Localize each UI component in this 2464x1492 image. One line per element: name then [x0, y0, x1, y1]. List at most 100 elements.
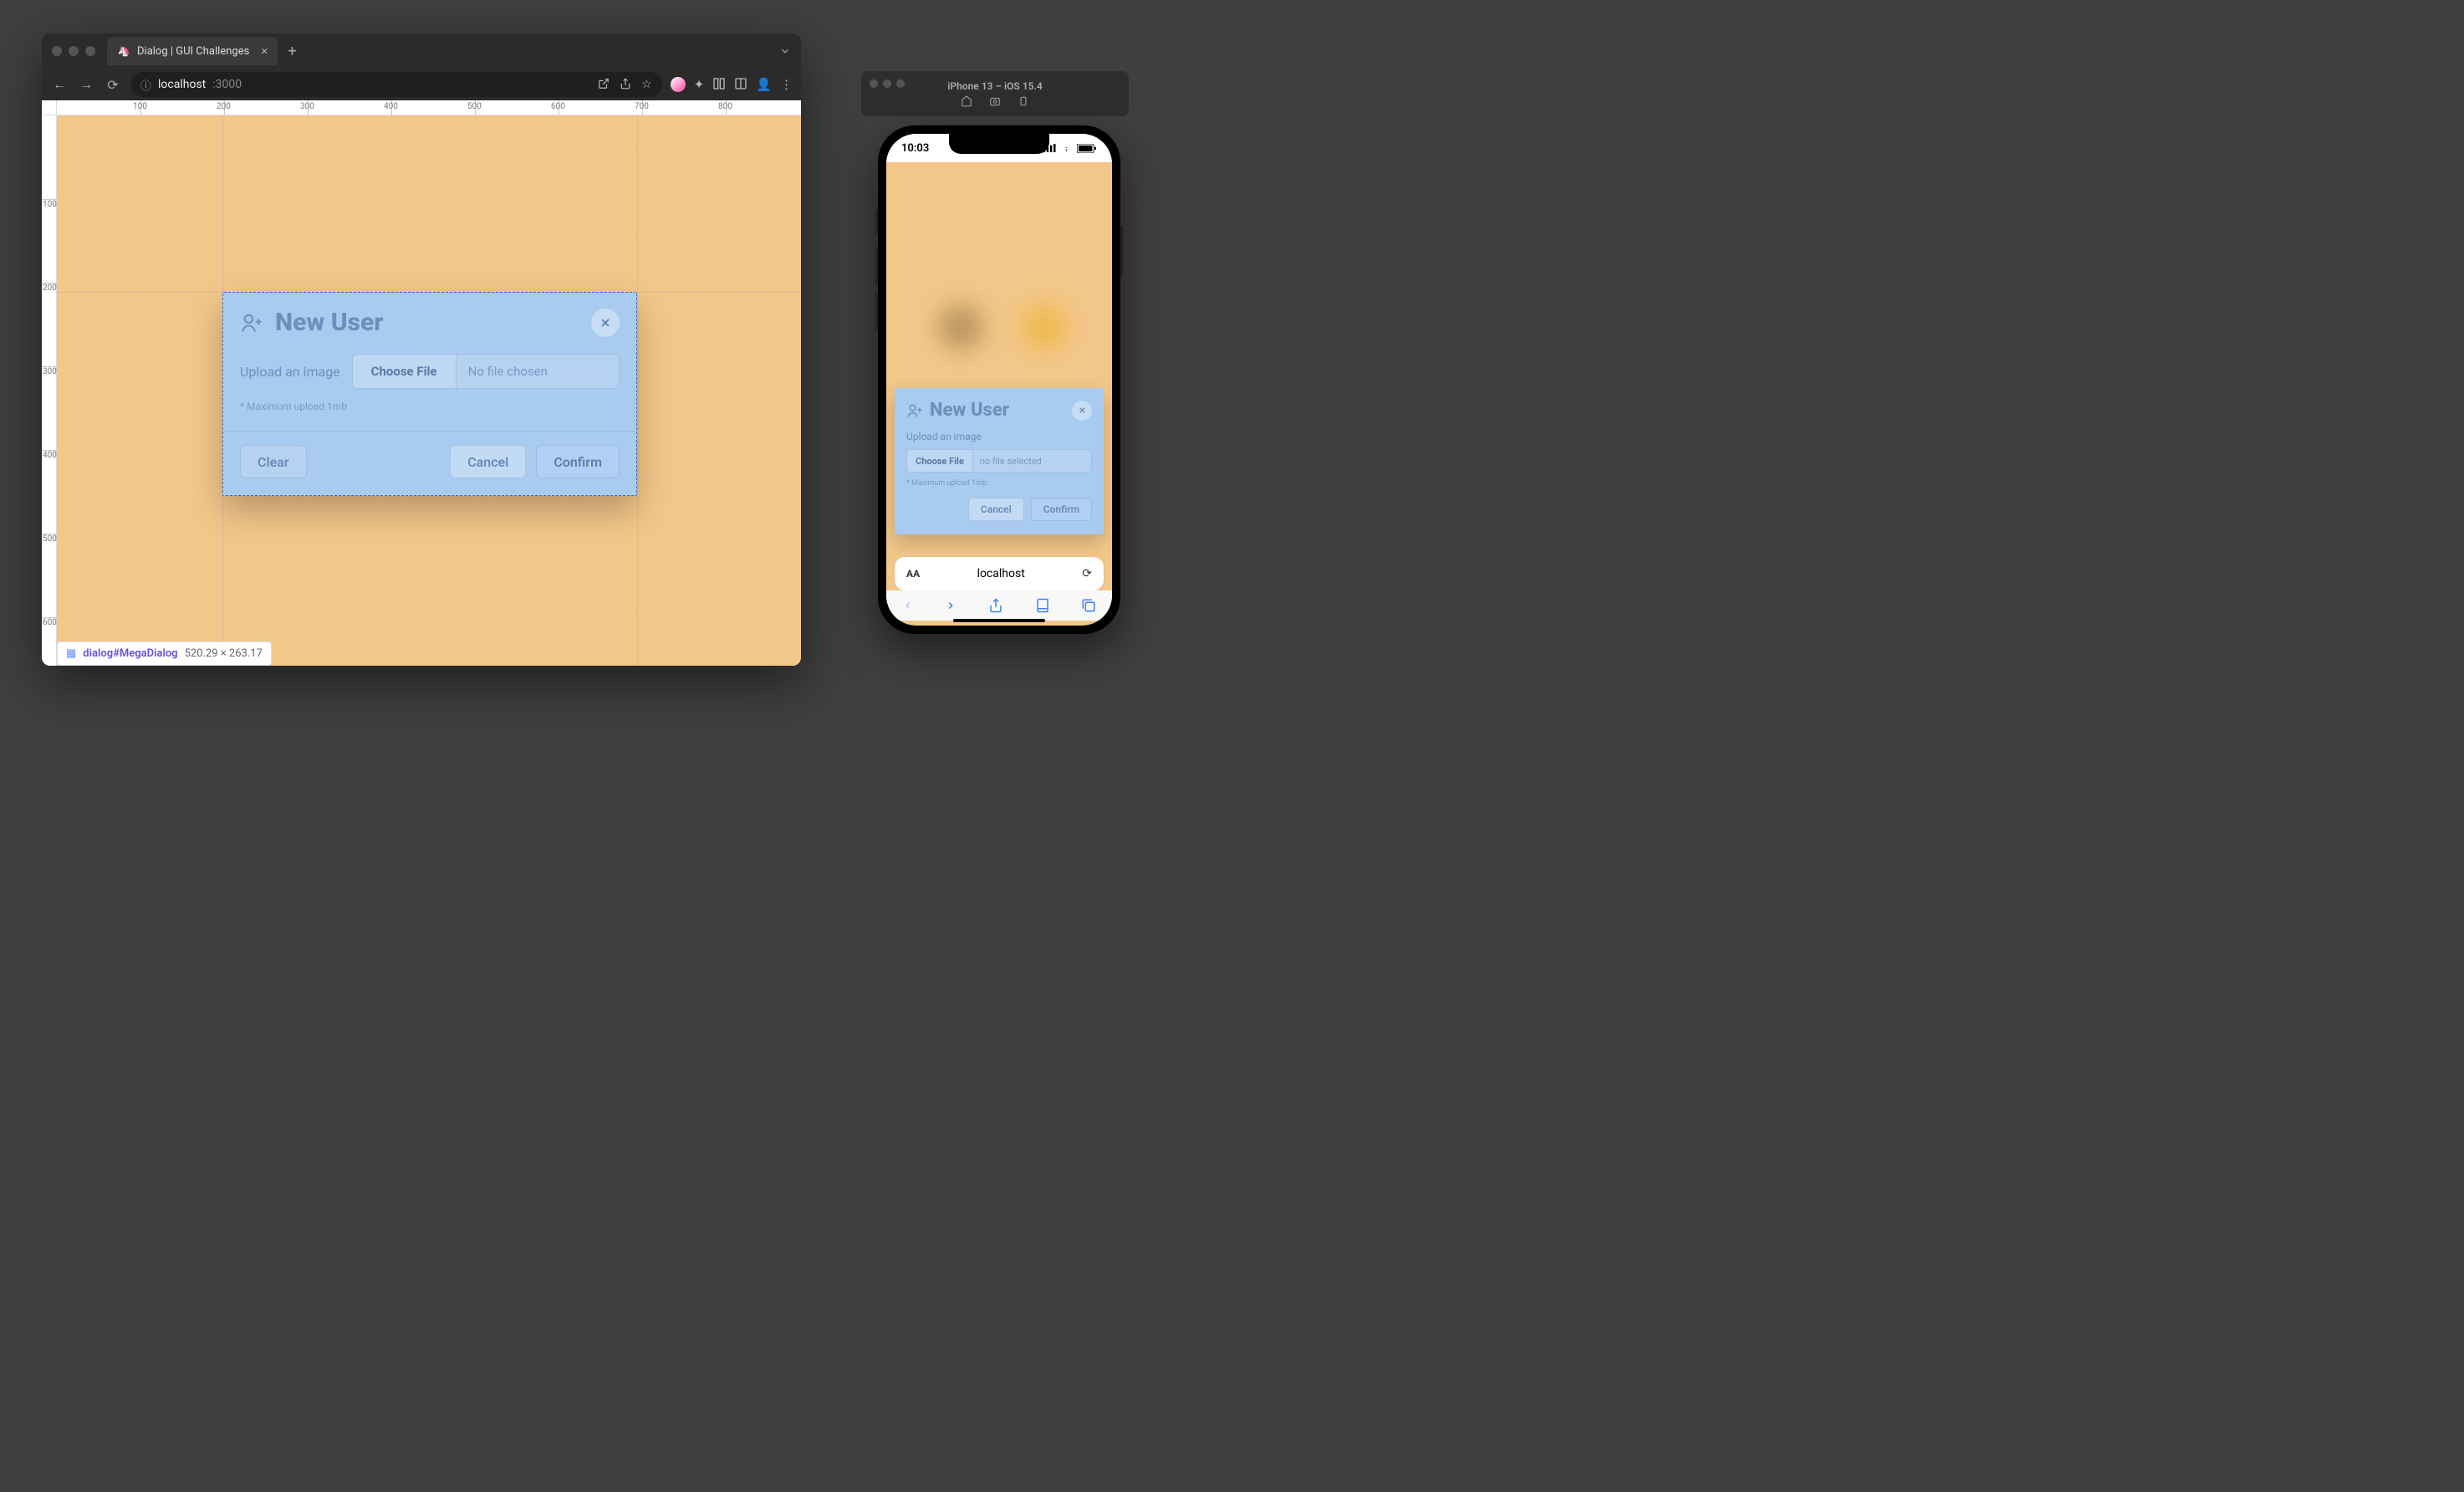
reload-icon[interactable]: ⟳ [1082, 567, 1092, 580]
forward-button[interactable]: → [77, 76, 95, 93]
screenshot-icon[interactable] [989, 95, 1001, 107]
minimize-dot[interactable] [69, 46, 79, 56]
home-icon[interactable] [961, 95, 972, 107]
mobile-file-input: Choose File no file selected [906, 449, 1092, 473]
file-input: Choose File No file chosen [352, 354, 620, 389]
ruler-corner [42, 100, 57, 115]
side-button [1120, 226, 1123, 276]
mobile-close-button[interactable] [1072, 401, 1092, 421]
tabs-overflow-icon[interactable] [779, 45, 791, 57]
clear-button[interactable]: Clear [240, 445, 307, 478]
close-dot[interactable] [52, 46, 62, 56]
safari-toolbar [886, 590, 1112, 621]
site-info-icon[interactable]: ⓘ [140, 77, 151, 93]
extensions-icon[interactable]: ✦ [694, 77, 705, 92]
ruler-horizontal: 100200300400500600700800900 [57, 100, 801, 115]
file-status-text: No file chosen [457, 354, 620, 389]
back-icon[interactable] [902, 598, 914, 613]
user-plus-icon [240, 311, 263, 335]
close-tab-icon[interactable]: × [261, 43, 268, 59]
mobile-upload-label: Upload an image [906, 431, 1092, 442]
home-indicator[interactable] [953, 619, 1045, 622]
toolbar-right: ✦ 👤 ⋮ [671, 77, 793, 92]
sim-window-controls [870, 79, 905, 88]
confirm-button[interactable]: Confirm [536, 445, 620, 478]
status-time: 10:03 [901, 142, 929, 155]
battery-icon [1077, 144, 1097, 153]
profile-icon[interactable]: 👤 [756, 77, 772, 92]
background-blur-icon [938, 304, 983, 350]
bookmark-icon[interactable]: ☆ [641, 78, 652, 91]
upload-hint: * Maximum upload 1mb [240, 401, 620, 412]
media-icon[interactable] [712, 77, 726, 92]
reload-button[interactable]: ⟳ [104, 77, 122, 93]
background-blur-icon [1022, 304, 1067, 350]
browser-tab[interactable]: 🦄 Dialog | GUI Challenges × [107, 37, 278, 65]
tab-title: Dialog | GUI Challenges [137, 45, 249, 58]
element-badge-icon: ▦ [66, 647, 76, 660]
mobile-confirm-button[interactable]: Confirm [1031, 498, 1092, 521]
choose-file-button[interactable]: Choose File [352, 354, 457, 389]
dialog-body: Upload an image Choose File No file chos… [223, 349, 636, 431]
share-icon[interactable] [620, 78, 631, 91]
guide-line [637, 115, 638, 666]
cancel-button[interactable]: Cancel [450, 445, 526, 478]
browser-window: 🦄 Dialog | GUI Challenges × + ← → ⟳ ⓘ lo… [42, 33, 801, 666]
user-plus-icon [906, 402, 923, 419]
forward-icon[interactable] [945, 598, 957, 613]
phone-screen: 10:03 New User Uploa [886, 134, 1112, 626]
tabs-icon[interactable] [1081, 598, 1096, 613]
text-size-icon[interactable]: AA [906, 568, 920, 580]
simulator-name: iPhone 13 – iOS 15.4 [947, 80, 1042, 92]
browser-toolbar: ← → ⟳ ⓘ localhost :3000 ☆ ✦ [42, 69, 801, 100]
safari-address-bar[interactable]: AA localhost ⟳ [895, 557, 1104, 590]
ruler-vertical: 100200300400500600 [42, 115, 57, 666]
phone-device: 10:03 New User Uploa [878, 125, 1120, 634]
safari-url: localhost [920, 567, 1082, 580]
close-dot[interactable] [870, 79, 878, 88]
minimize-dot[interactable] [883, 79, 891, 88]
mobile-dialog-header: New User [906, 400, 1092, 421]
dialog-footer: Clear Cancel Confirm [223, 431, 636, 495]
panel-icon[interactable] [734, 77, 747, 92]
bookmarks-icon[interactable] [1035, 598, 1050, 613]
dialog-title: New User [275, 308, 383, 337]
side-button [875, 293, 878, 330]
side-button [875, 247, 878, 284]
phone-notch [949, 134, 1049, 154]
wifi-icon [1060, 144, 1073, 153]
simulator-toolbar [961, 95, 1029, 107]
close-dialog-button[interactable] [591, 309, 620, 337]
new-tab-button[interactable]: + [288, 43, 296, 60]
status-icons [1043, 144, 1097, 153]
mobile-hint: * Maximum upload 1mb [906, 479, 1092, 488]
upload-row: Upload an image Choose File No file chos… [240, 354, 620, 389]
address-bar[interactable]: ⓘ localhost :3000 ☆ [130, 72, 662, 97]
page-content: New User Upload an image Choose File No … [57, 115, 801, 666]
fullscreen-dot[interactable] [85, 46, 95, 56]
upload-label: Upload an image [240, 364, 340, 380]
mobile-dialog-footer: Cancel Confirm [906, 498, 1092, 521]
mobile-choose-file-button[interactable]: Choose File [906, 449, 973, 473]
url-host: localhost [158, 78, 206, 91]
extension-indicator-icon[interactable] [671, 77, 686, 92]
simulator-titlebar: iPhone 13 – iOS 15.4 [861, 71, 1129, 116]
browser-viewport: 100200300400500600700800900 100200300400… [42, 100, 801, 666]
mega-dialog: New User Upload an image Choose File No … [222, 292, 637, 496]
mobile-file-status: no file selected [973, 449, 1092, 473]
mobile-cancel-button[interactable]: Cancel [968, 498, 1024, 521]
url-port: :3000 [212, 78, 242, 91]
mobile-page-content: New User Upload an image Choose File no … [886, 162, 1112, 550]
element-dimensions: 520.29 × 263.17 [185, 647, 263, 660]
dialog-header: New User [223, 293, 636, 349]
favicon-icon: 🦄 [117, 44, 130, 58]
menu-icon[interactable]: ⋮ [780, 77, 793, 92]
element-selector: dialog#MegaDialog [83, 647, 177, 660]
mobile-dialog: New User Upload an image Choose File no … [895, 388, 1104, 534]
fullscreen-dot[interactable] [896, 79, 905, 88]
rotate-icon[interactable] [1018, 95, 1029, 107]
open-external-icon[interactable] [598, 78, 610, 91]
share-icon[interactable] [988, 598, 1003, 613]
side-button [875, 209, 878, 234]
back-button[interactable]: ← [50, 76, 69, 93]
